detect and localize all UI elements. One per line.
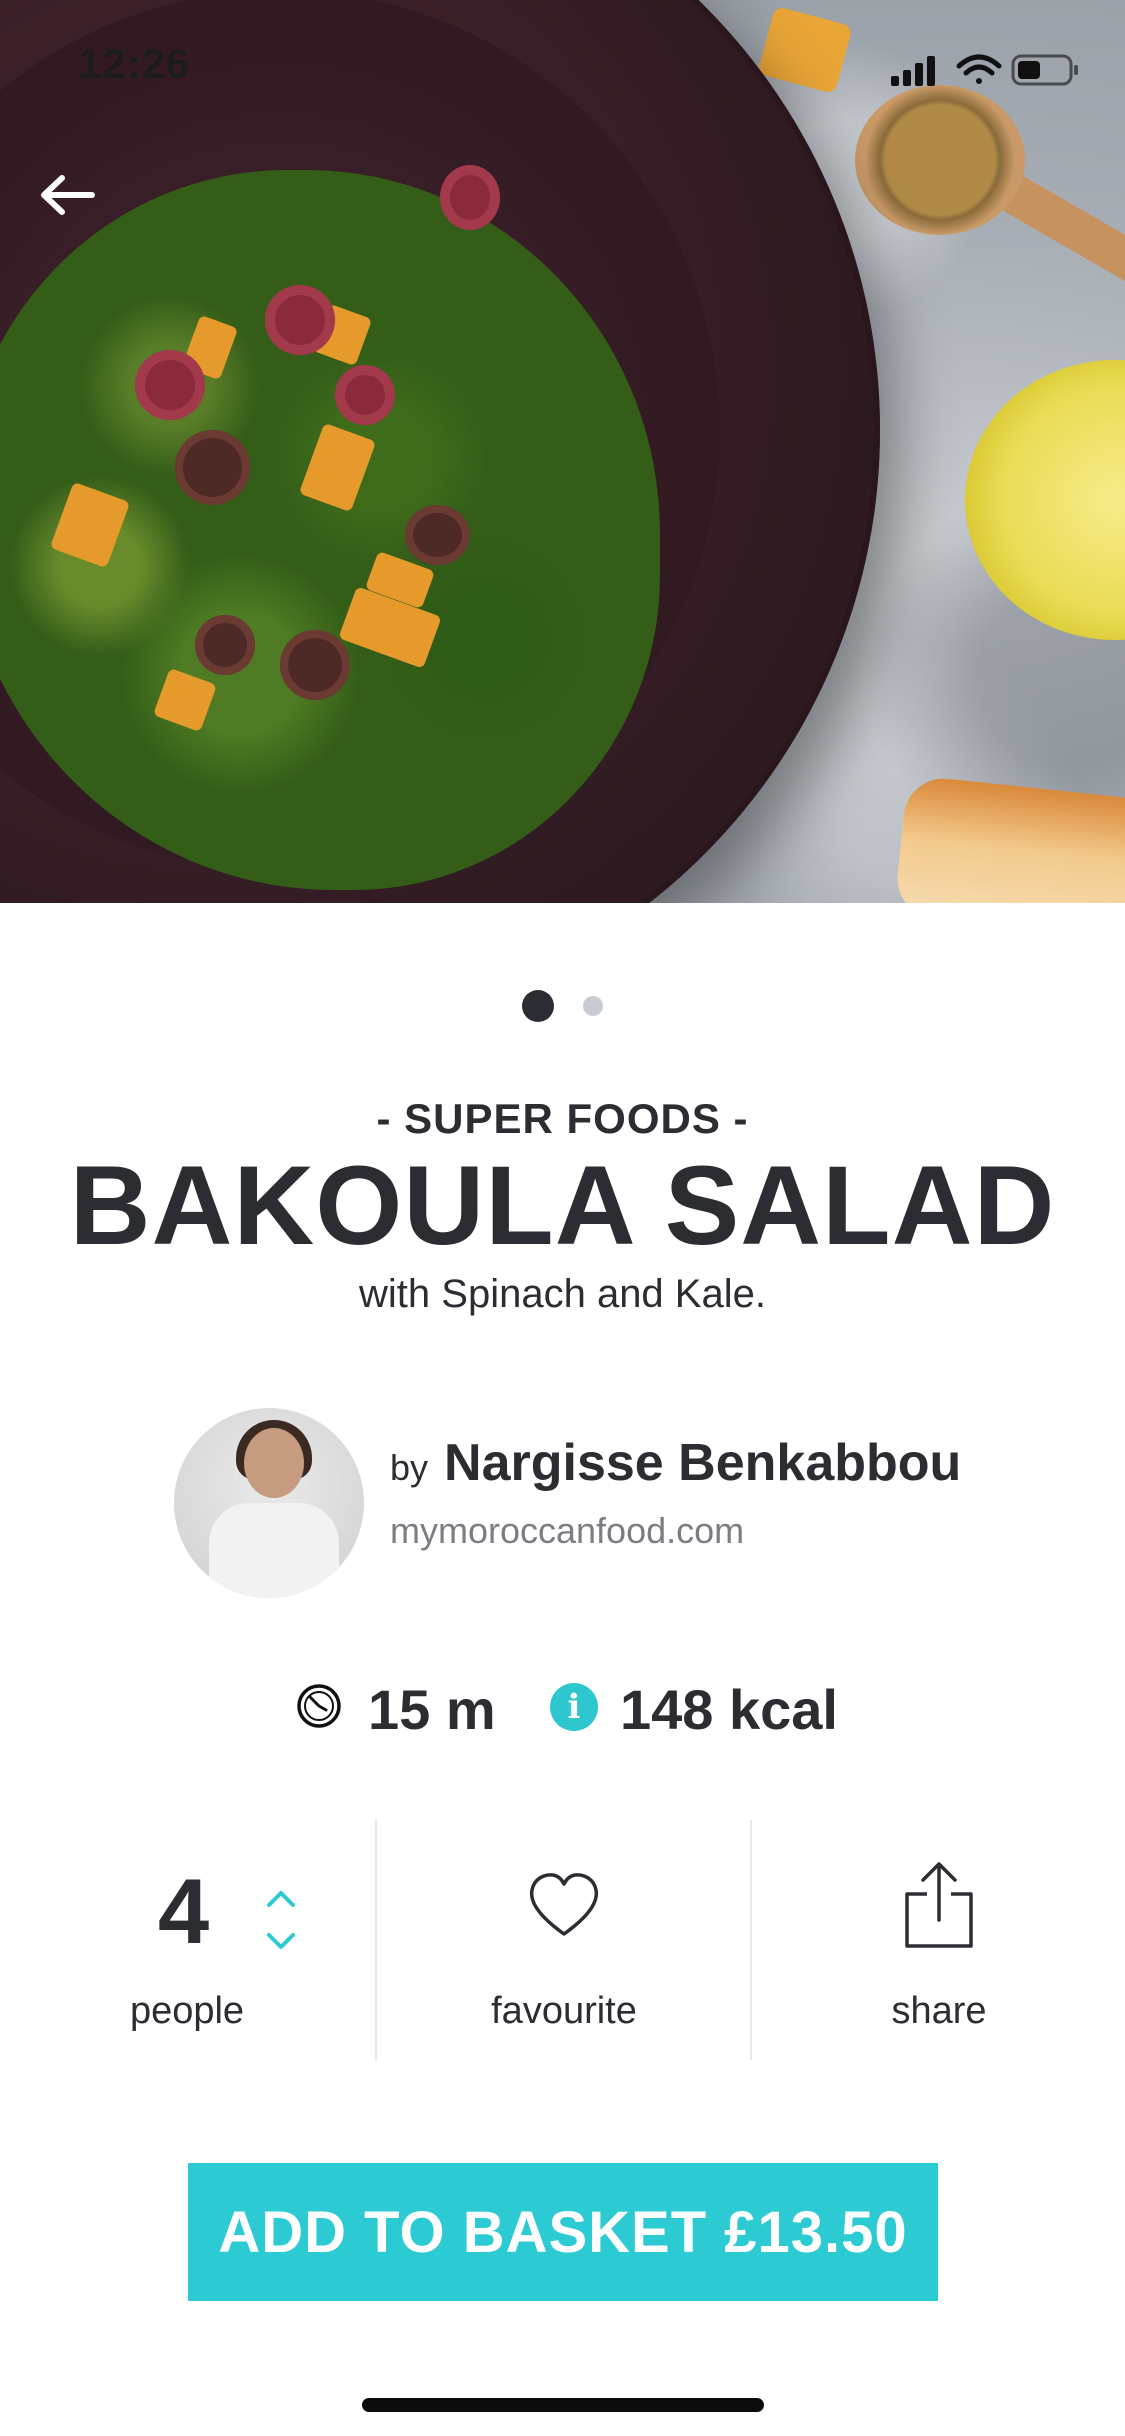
recipe-title: BAKOULA SALAD (69, 1143, 1056, 1268)
chevron-down-icon (267, 1933, 295, 1949)
back-arrow-icon[interactable] (38, 170, 98, 220)
recipe-subtitle: with Spinach and Kale. (359, 1272, 766, 1316)
olive (265, 285, 335, 355)
spice-spoon (855, 85, 1025, 235)
action-row: 4 people favourite share (0, 1820, 1125, 2060)
hero-image[interactable]: 12:26 (0, 0, 1125, 903)
olive (195, 615, 255, 675)
clock-icon (297, 1684, 341, 1728)
wifi-icon (956, 54, 1002, 84)
page-dot[interactable] (582, 996, 603, 1016)
heart-icon (529, 1873, 599, 1936)
people-stepper-icon[interactable] (263, 1885, 299, 1955)
people-label: people (129, 1990, 245, 2032)
avatar-body (209, 1503, 339, 1598)
favourite-button[interactable]: favourite (375, 1820, 751, 2060)
author-prefix: by (390, 1447, 429, 1488)
chevron-up-icon (267, 1891, 295, 1907)
author-website[interactable]: mymoroccanfood.com (390, 1510, 744, 1552)
page-dot-active[interactable] (522, 990, 555, 1022)
olive (405, 505, 470, 565)
status-time: 12:26 (78, 40, 191, 87)
olive (280, 630, 350, 700)
prep-time: 15 m (368, 1678, 496, 1741)
share-label: share (891, 1990, 987, 2032)
add-to-basket-button[interactable]: ADD TO BASKET £13.50 (188, 2163, 938, 2301)
calories: 148 kcal (620, 1678, 838, 1741)
olive (440, 165, 500, 230)
share-icon (905, 1862, 973, 1948)
status-icons (891, 54, 1078, 86)
people-count: 4 (158, 1861, 210, 1963)
olive (175, 430, 250, 505)
recipe-meta: 15 m i 148 kcal (0, 1675, 1125, 1745)
info-icon[interactable]: i (550, 1683, 598, 1731)
signal-icon (891, 56, 935, 86)
favourite-label: favourite (491, 1990, 637, 2032)
avatar-face (244, 1428, 304, 1498)
battery-icon (1011, 54, 1078, 86)
image-pagination (0, 990, 1125, 1022)
people-selector: 4 people (0, 1820, 374, 2060)
author-name[interactable]: Nargisse Benkabbou (444, 1434, 961, 1492)
recipe-category: - SUPER FOODS - (376, 1095, 749, 1142)
author-avatar[interactable] (174, 1408, 364, 1598)
author-byline: by Nargisse Benkabbou (390, 1433, 961, 1493)
bread-slice (893, 774, 1125, 903)
share-button[interactable]: share (750, 1820, 1125, 2060)
home-indicator[interactable] (362, 2398, 764, 2412)
olive (335, 365, 395, 425)
olive (135, 350, 205, 420)
